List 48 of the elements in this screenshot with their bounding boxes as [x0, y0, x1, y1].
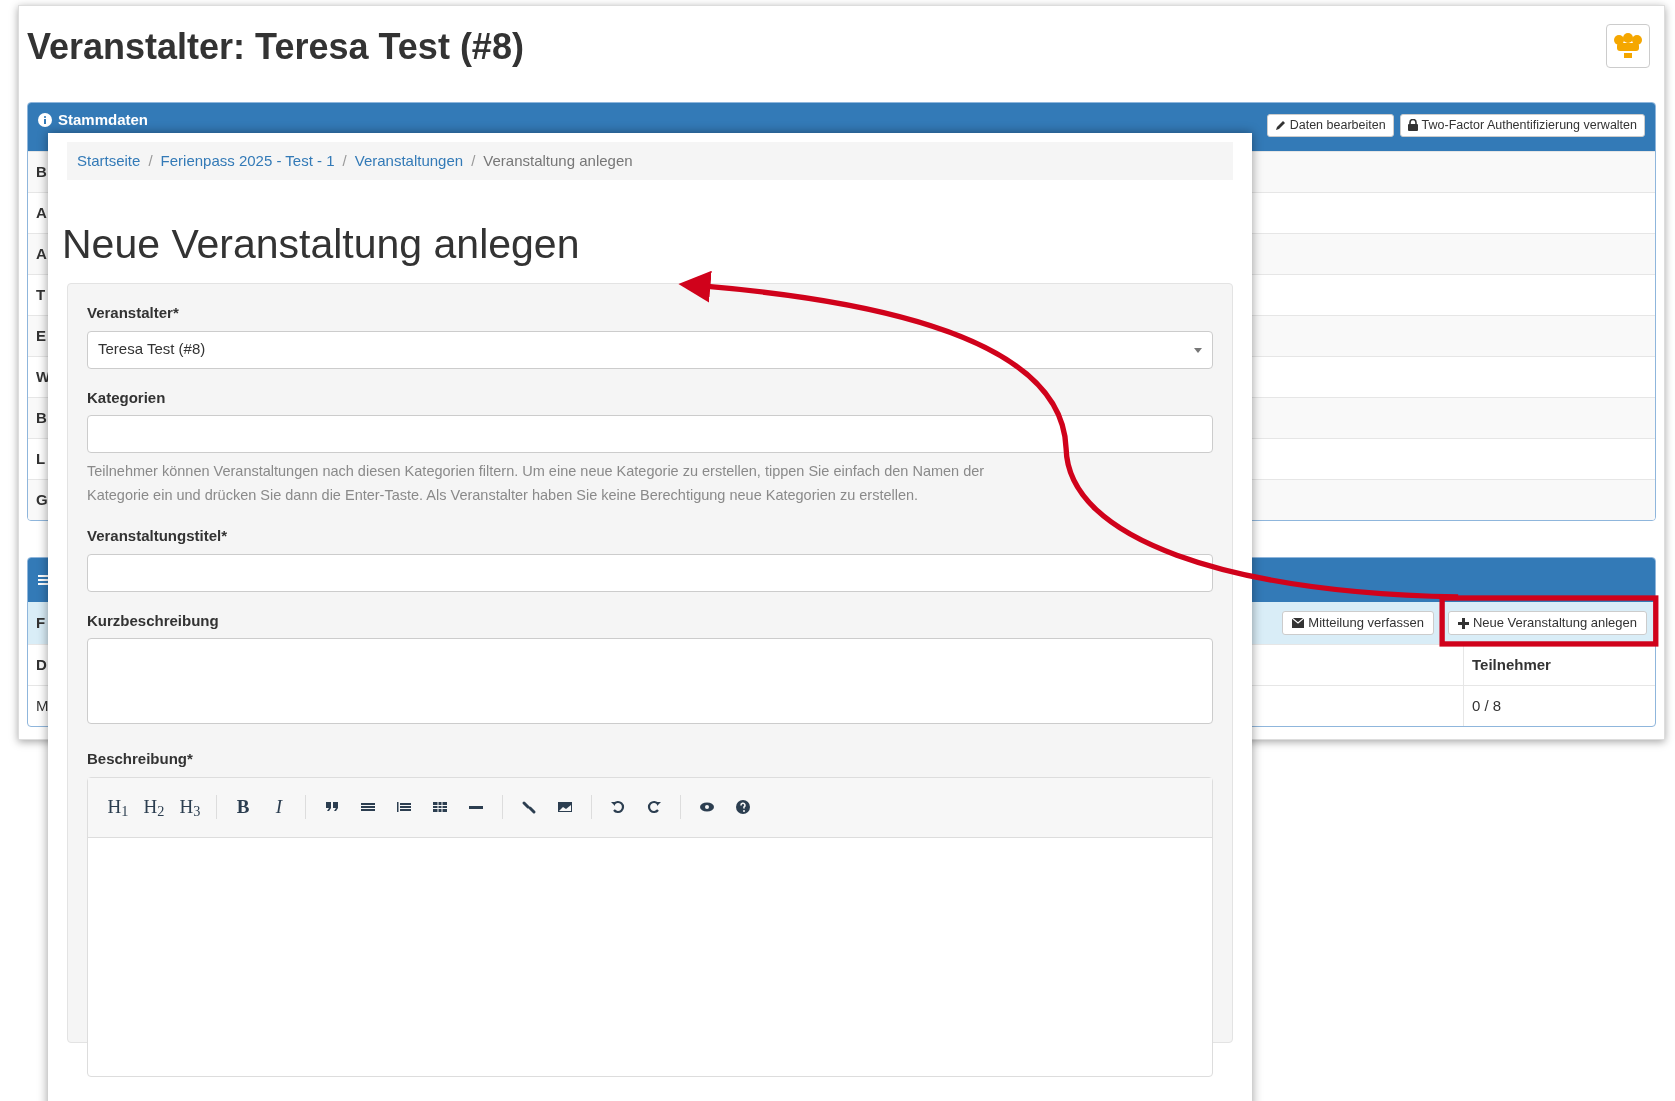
italic-button[interactable]: I [261, 792, 297, 823]
field-label: Veranstaltungstitel* [87, 526, 229, 547]
help-text: Teilnehmer können Veranstaltungen nach diesen Kategorien filtern. Um eine neue Kategorie zu erstellen, tippen Sie einfach den Namen der Kategorie ein und drücken Sie dann die Enter-Taste. Als Veranstalter haben Sie keine Berechtigung neue Kategorien zu erstellen. [87, 462, 986, 506]
row-label: E [36, 325, 46, 346]
row-label: A [36, 243, 47, 264]
row-label: B [36, 161, 47, 182]
info-icon [38, 113, 52, 127]
toolbar-button[interactable]: Two-Factor Authentifizierung verwalten [1399, 113, 1645, 137]
row-label: B [36, 407, 47, 428]
breadcrumb-link[interactable]: Startseite [77, 149, 141, 173]
breadcrumb-link[interactable]: Veranstaltungen [354, 149, 464, 173]
toolbar-button[interactable]: Mitteilung verfassen [1282, 611, 1434, 635]
field-label: Beschreibung* [87, 749, 194, 770]
envelope-icon [1292, 618, 1305, 628]
toolbar-label: F [36, 612, 46, 633]
help-icon[interactable] [734, 798, 752, 817]
plus-icon [1457, 617, 1469, 629]
page-heading: Neue Veranstaltung anlegen [62, 220, 581, 269]
row-label: G [36, 489, 48, 510]
heading-button[interactable]: H$_{2}$ [136, 792, 172, 823]
pencil-icon [1274, 119, 1286, 131]
bold-button[interactable]: B [225, 792, 261, 823]
field-label: Kurzbeschreibung [87, 610, 220, 631]
breadcrumb-link[interactable]: Ferienpass 2025 - Test - 1 [160, 149, 335, 173]
row-label: T [36, 284, 46, 305]
text-editor[interactable]: H$_{1}$ H$_{2}$ H$_{3}$ B I [87, 776, 1213, 1077]
breadcrumb-separator: / [471, 150, 476, 171]
row-label: L [36, 448, 46, 469]
table-cell: 0 / 8 [1463, 685, 1655, 726]
heading-button[interactable]: H$_{3}$ [172, 792, 208, 823]
field-label: Kategorien [87, 387, 167, 408]
textarea-field[interactable] [87, 638, 1213, 725]
field-label: Veranstalter* [87, 303, 180, 324]
breadcrumb-current: Veranstaltung anlegen [483, 150, 633, 171]
page-title: Veranstalter: Teresa Test (#8) [27, 25, 524, 69]
toolbar-button[interactable]: Daten bearbeiten [1266, 113, 1394, 137]
input-field[interactable] [87, 415, 1213, 454]
heading-button[interactable]: H$_{1}$ [100, 792, 136, 823]
row-label: A [36, 202, 47, 223]
breadcrumb-separator: / [148, 150, 153, 171]
lock-icon [1407, 119, 1418, 131]
panel-title: Stammdaten [58, 109, 149, 130]
breadcrumb-separator: / [342, 150, 347, 171]
logo-icon [1606, 24, 1650, 68]
toolbar-button[interactable]: Neue Veranstaltung anlegen [1447, 611, 1647, 635]
column-header: Teilnehmer [1463, 644, 1655, 685]
select-field[interactable]: Teresa Test (#8) [87, 330, 1213, 369]
input-field[interactable] [87, 553, 1213, 592]
